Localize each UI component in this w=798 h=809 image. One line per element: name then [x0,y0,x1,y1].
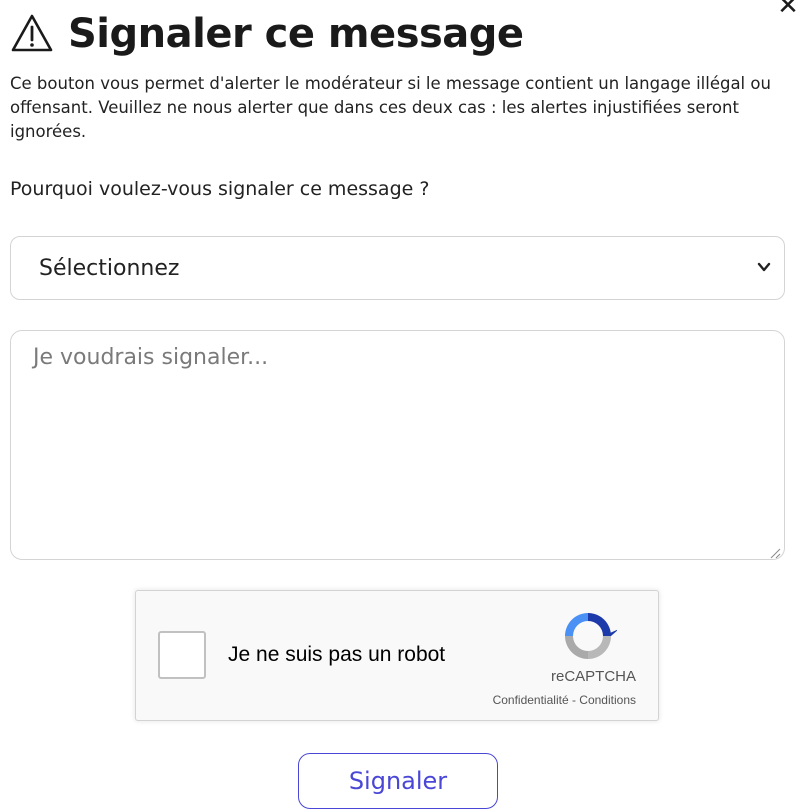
details-placeholder: Je voudrais signaler... [33,345,269,370]
intro-text: Ce bouton vous permet d'alerter le modér… [10,74,771,141]
dialog-title: Signaler ce message [10,4,524,64]
resize-handle-icon[interactable] [769,544,781,559]
recaptcha-checkbox[interactable] [158,631,206,679]
recaptcha-links: Confidentialité - Conditions [493,693,636,707]
recaptcha-logo-icon [559,607,619,665]
close-icon[interactable]: ✕ [774,0,798,20]
report-submit-button[interactable]: Signaler [298,753,498,809]
privacy-link[interactable]: Confidentialité [493,693,569,707]
details-textarea[interactable]: Je voudrais signaler... [10,330,785,560]
warning-triangle-icon [10,12,54,56]
reason-select[interactable]: Sélectionnez [10,236,785,300]
recaptcha-label: Je ne suis pas un robot [228,643,446,666]
links-separator: - [568,693,580,707]
chevron-down-icon [756,259,772,275]
recaptcha-widget: Je ne suis pas un robot reCAPTCHA Confid… [135,590,659,721]
terms-link[interactable]: Conditions [579,693,636,707]
reason-question: Pourquoi voulez-vous signaler ce message… [10,178,430,200]
reason-select-value: Sélectionnez [39,255,180,281]
recaptcha-brand: reCAPTCHA [550,668,636,685]
page-title: Signaler ce message [68,11,524,57]
